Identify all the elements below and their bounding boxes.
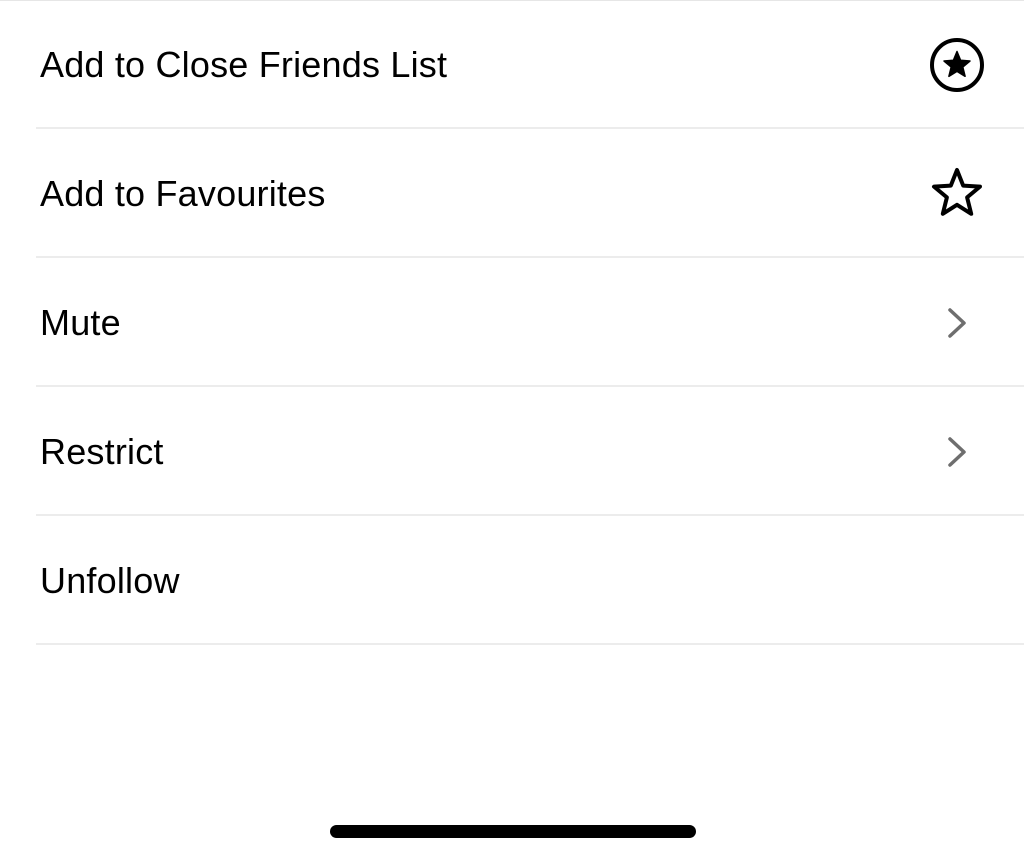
menu-item-label: Add to Close Friends List bbox=[40, 43, 448, 85]
menu-item-restrict[interactable]: Restrict bbox=[0, 387, 1024, 516]
chevron-right-icon bbox=[928, 423, 986, 481]
menu-item-label: Add to Favourites bbox=[40, 172, 326, 214]
menu-divider bbox=[36, 643, 1024, 645]
menu-item-mute[interactable]: Mute bbox=[0, 258, 1024, 387]
profile-options-menu: Add to Close Friends List Add to Favouri… bbox=[0, 0, 1024, 645]
close-friends-star-circle-icon[interactable] bbox=[928, 36, 986, 94]
menu-item-add-to-close-friends[interactable]: Add to Close Friends List bbox=[0, 0, 1024, 129]
star-outline-icon[interactable] bbox=[928, 165, 986, 223]
chevron-right-icon bbox=[928, 294, 986, 352]
menu-item-label: Mute bbox=[40, 301, 121, 343]
menu-item-label: Unfollow bbox=[40, 559, 180, 601]
home-indicator-bar[interactable] bbox=[330, 825, 696, 838]
menu-item-add-to-favourites[interactable]: Add to Favourites bbox=[0, 129, 1024, 258]
menu-item-unfollow[interactable]: Unfollow bbox=[0, 516, 1024, 645]
menu-item-label: Restrict bbox=[40, 430, 164, 472]
